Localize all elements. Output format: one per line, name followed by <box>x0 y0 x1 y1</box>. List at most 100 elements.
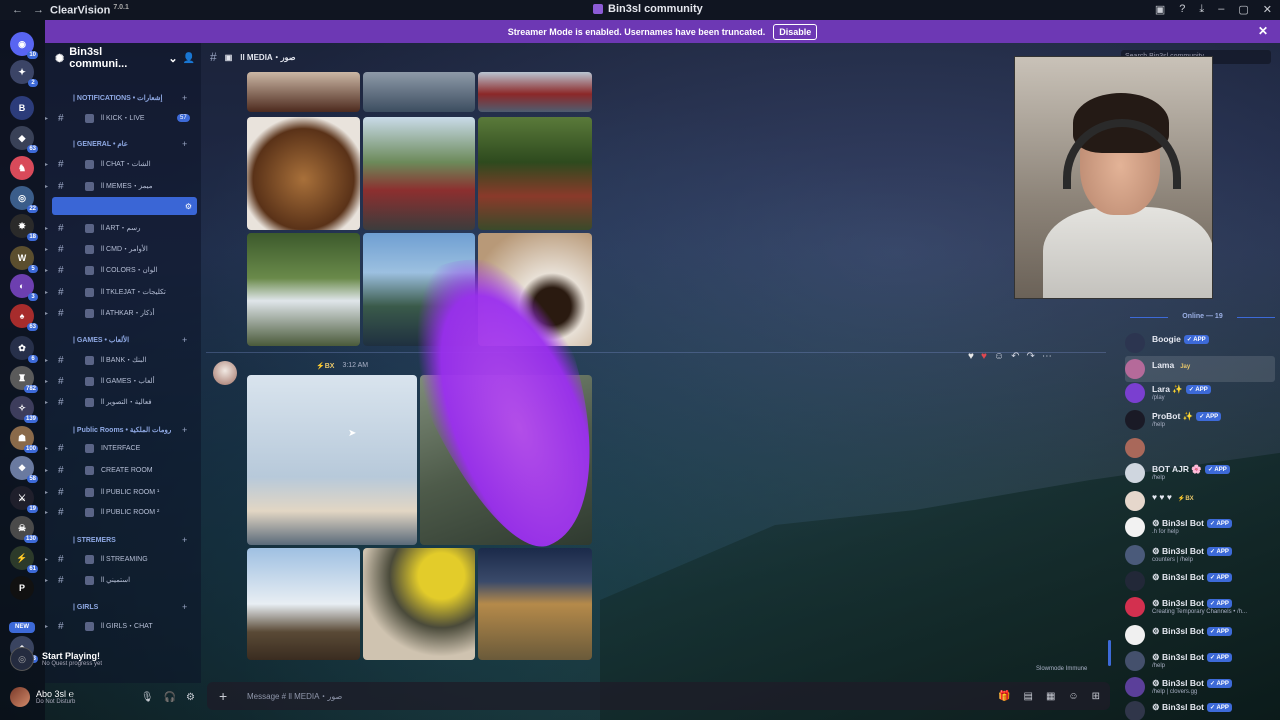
avatar[interactable] <box>1125 677 1145 697</box>
avatar[interactable] <box>1125 383 1145 403</box>
channel-category[interactable]: | STREMERS + <box>45 531 201 549</box>
new-badge[interactable]: NEW <box>9 622 35 633</box>
message-author[interactable]: ⚡BX <box>316 362 334 370</box>
server-icon-13[interactable]: ☗ 100 <box>10 426 38 453</box>
reply-icon[interactable]: ↶ <box>1011 351 1019 362</box>
quest-panel[interactable]: ◎ Start Playing! No Quest progress yet <box>10 647 102 671</box>
member-item[interactable]: ⚙ Bin3sl Bot ✓ APP <box>1125 698 1275 720</box>
forward-arrow-icon[interactable]: → <box>33 4 44 16</box>
add-channel-icon[interactable]: + <box>182 425 187 435</box>
sidebar-item-channel[interactable]: ▸ # ll CMD・الأوامر <box>45 240 201 258</box>
add-channel-icon[interactable]: + <box>182 335 187 345</box>
sidebar-item-channel[interactable]: ▸ # ll استميني <box>45 571 201 589</box>
member-item[interactable]: ♥ ♥ ♥ ⚡BX <box>1125 488 1275 514</box>
server-icon-4[interactable]: ♞ <box>10 156 34 180</box>
add-channel-icon[interactable]: + <box>182 93 187 103</box>
avatar[interactable] <box>1125 701 1145 720</box>
media-image[interactable] <box>478 72 592 112</box>
media-image[interactable] <box>247 375 417 545</box>
settings-gear-icon[interactable]: ⚙ <box>186 692 195 703</box>
sidebar-item-channel[interactable]: ▸ # ll MEMES・ميمز <box>45 177 201 195</box>
server-icon-8[interactable]: ◐ 3 <box>10 274 38 301</box>
member-item[interactable]: Lara ✨ ✓ APP/play <box>1125 380 1275 406</box>
avatar[interactable] <box>1125 333 1145 353</box>
inbox-icon[interactable]: ▣ <box>1155 3 1165 16</box>
avatar[interactable] <box>1125 491 1145 511</box>
more-options-icon[interactable]: ⋯ <box>1042 351 1052 362</box>
avatar[interactable] <box>213 361 237 385</box>
channel-category[interactable]: | Public Rooms • رومات الملكية + <box>45 421 201 439</box>
avatar[interactable] <box>1125 359 1145 379</box>
help-icon[interactable]: ? <box>1179 3 1185 16</box>
server-icon-7[interactable]: W5 <box>10 246 38 273</box>
channel-category[interactable]: | GIRLS + <box>45 598 201 616</box>
member-item[interactable]: ⚙ Bin3sl Bot ✓ APP .h for help <box>1125 514 1275 540</box>
server-icon-6[interactable]: ✸ 18 <box>10 214 38 241</box>
media-image[interactable] <box>478 117 592 230</box>
server-icon-1[interactable]: ✦ 2 <box>10 60 38 87</box>
sidebar-item-channel[interactable]: ▸ # ll PUBLIC ROOM ² <box>45 503 201 521</box>
avatar[interactable] <box>1125 545 1145 565</box>
apps-icon[interactable]: ⊞ <box>1092 691 1100 702</box>
avatar[interactable] <box>1125 410 1145 430</box>
member-item[interactable]: ⚙ Bin3sl Bot ✓ APP Creating Temporary Chan… <box>1125 594 1275 620</box>
sidebar-item-channel[interactable]: ▸ # ll فعالية・التصوير <box>45 393 201 411</box>
home-button[interactable]: ◉ 10 <box>10 32 38 59</box>
emoji-picker-icon[interactable]: ☺ <box>1068 691 1078 702</box>
message-input[interactable]: Message # ll MEDIA・صور <box>247 691 342 702</box>
sticker-icon[interactable]: ▦ <box>1046 691 1055 702</box>
media-image[interactable] <box>247 548 360 660</box>
maximize-icon[interactable]: ▢ <box>1238 3 1248 16</box>
sidebar-item-channel[interactable]: ▸ # INTERFACE <box>45 439 201 457</box>
server-icon-18[interactable]: P <box>10 576 34 600</box>
add-channel-icon[interactable]: + <box>182 602 187 612</box>
server-icon-17[interactable]: ⚡ 61 <box>10 546 38 573</box>
server-icon-11[interactable]: ♜ 782 <box>10 366 38 393</box>
member-item[interactable]: Lama Jay <box>1125 356 1275 382</box>
media-image[interactable] <box>363 548 475 660</box>
media-image[interactable] <box>247 233 360 346</box>
server-icon-10[interactable]: ✿ 6 <box>10 336 38 363</box>
media-image[interactable] <box>478 548 592 660</box>
member-item[interactable]: ProBot ✨ ✓ APP/help <box>1125 407 1275 433</box>
avatar[interactable] <box>1125 597 1145 617</box>
emoji-icon[interactable]: ☺ <box>994 351 1004 362</box>
channel-settings-icon[interactable]: ⚙ <box>185 202 192 211</box>
close-icon[interactable]: ✕ <box>1258 24 1268 38</box>
avatar[interactable] <box>1125 438 1145 458</box>
guild-header[interactable]: ✺ Bin3sl communi... ⌄ 👤 <box>45 43 201 73</box>
sidebar-item-channel[interactable]: ▸ # ll PUBLIC ROOM ¹ <box>45 483 201 501</box>
member-item[interactable]: Boogie ✓ APP <box>1125 330 1275 356</box>
media-image[interactable] <box>247 117 360 230</box>
disable-streamer-button[interactable]: Disable <box>773 23 818 40</box>
channel-category[interactable]: | NOTIFICATIONS • إشعارات + <box>45 89 201 107</box>
server-icon-9[interactable]: ♠ 63 <box>10 304 38 331</box>
server-icon-16[interactable]: ☠ 130 <box>10 516 38 543</box>
member-item[interactable]: BOT AJR 🌸 ✓ APP/help <box>1125 460 1275 486</box>
member-item[interactable]: ⚙ Bin3sl Bot ✓ APP <box>1125 622 1275 648</box>
media-image[interactable] <box>363 117 475 230</box>
white-heart-icon[interactable]: ♥ <box>968 351 974 362</box>
media-image[interactable] <box>247 72 360 112</box>
member-item[interactable]: ⚙ Bin3sl Bot ✓ APP counters | /help <box>1125 542 1275 568</box>
server-icon-2[interactable]: B <box>10 96 34 120</box>
back-arrow-icon[interactable]: ← <box>12 4 23 16</box>
microphone-icon[interactable]: 🎙 <box>141 692 154 703</box>
sidebar-item-channel[interactable]: ▸ # ll ART・رسم <box>45 219 201 237</box>
gif-icon[interactable]: ▤ <box>1023 691 1032 702</box>
avatar[interactable] <box>1125 651 1145 671</box>
sidebar-item-channel[interactable]: ▸ # ll CHAT・الشات <box>45 155 201 173</box>
sidebar-item-channel[interactable]: ▸ # ll GAMES・ألعاب <box>45 372 201 390</box>
avatar[interactable] <box>1125 571 1145 591</box>
sidebar-item-channel[interactable]: ▸ # ll STREAMING <box>45 550 201 568</box>
member-item[interactable]: ⚙ Bin3sl Bot ✓ APP/help <box>1125 648 1275 674</box>
gift-icon[interactable]: 🎁 <box>998 691 1010 702</box>
forward-icon[interactable]: ↷ <box>1026 351 1034 362</box>
red-heart-icon[interactable]: ♥ <box>981 351 987 362</box>
sidebar-item-media-selected[interactable]: ⚙ <box>52 197 197 215</box>
avatar[interactable] <box>1125 517 1145 537</box>
server-icon-12[interactable]: ✧ 139 <box>10 396 38 423</box>
sidebar-item-channel[interactable]: ▸ # ll ATHKAR・أذكار <box>45 304 201 322</box>
member-item[interactable] <box>1125 435 1275 461</box>
media-image[interactable] <box>363 72 475 112</box>
